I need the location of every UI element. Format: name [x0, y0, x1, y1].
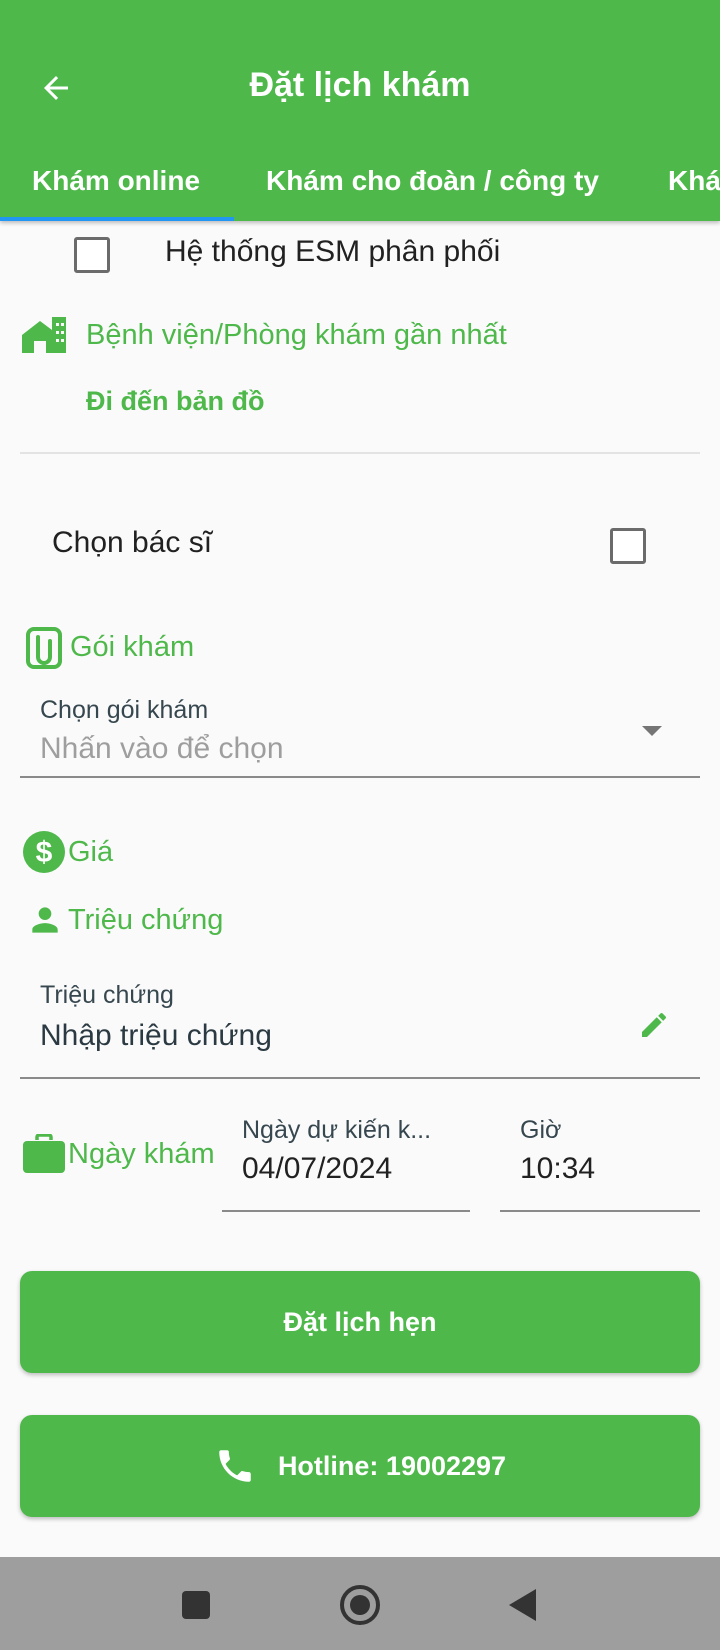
symptoms-value: Nhập triệu chứng — [40, 1019, 272, 1052]
choose-doctor-checkbox[interactable] — [610, 528, 646, 564]
person-icon — [32, 907, 58, 933]
hospital-building-icon — [22, 317, 66, 353]
hotline-button[interactable]: Hotline: 19002297 — [20, 1415, 700, 1517]
symptoms-field[interactable]: Triệu chứng Nhập triệu chứng — [20, 981, 700, 1079]
tab-indicator — [0, 217, 234, 221]
clipboard-icon — [26, 627, 62, 669]
tab-bar: Khám online Khám cho đoàn / công ty Khám — [0, 140, 720, 221]
app-bar: Đặt lịch khám Khám online Khám cho đoàn … — [0, 0, 720, 221]
page-title: Đặt lịch khám — [249, 66, 471, 104]
svg-text:$: $ — [36, 836, 53, 869]
package-section-heading: Gói khám — [24, 625, 194, 669]
symptoms-field-label: Triệu chứng — [40, 981, 174, 1009]
appointment-section-heading: Ngày khám — [22, 1134, 215, 1174]
package-field-label: Chọn gói khám — [40, 696, 209, 724]
esm-checkbox[interactable] — [74, 237, 110, 273]
tab-kham-online[interactable]: Khám online — [32, 140, 200, 221]
square-icon — [182, 1591, 210, 1619]
price-heading-text: Giá — [68, 835, 114, 868]
recent-apps-button[interactable] — [168, 1577, 224, 1633]
dollar-icon: $ — [23, 831, 65, 873]
briefcase-icon — [23, 1134, 65, 1173]
date-field-label: Ngày dự kiến k... — [242, 1116, 432, 1144]
time-field[interactable]: Giờ 10:34 — [500, 1116, 700, 1212]
tab-kham-more[interactable]: Khám — [668, 140, 720, 221]
date-field[interactable]: Ngày dự kiến k... 04/07/2024 — [222, 1116, 470, 1212]
system-nav-bar — [0, 1557, 720, 1650]
back-nav-button[interactable] — [494, 1577, 550, 1633]
book-button-label: Đặt lịch hẹn — [283, 1306, 437, 1337]
chevron-down-icon — [642, 726, 662, 736]
nearest-section-heading: Bệnh viện/Phòng khám gần nhất — [20, 315, 507, 355]
time-value: 10:34 — [520, 1152, 596, 1185]
symptoms-heading-text: Triệu chứng — [68, 903, 224, 936]
package-heading-text: Gói khám — [70, 630, 195, 663]
divider — [20, 452, 700, 454]
choose-doctor-label: Chọn bác sĩ — [52, 526, 213, 559]
symptoms-section-heading: Triệu chứng — [26, 901, 223, 939]
tab-kham-doan-cong-ty[interactable]: Khám cho đoàn / công ty — [266, 140, 599, 221]
time-field-label: Giờ — [520, 1116, 562, 1144]
home-circle-icon — [340, 1585, 380, 1625]
hotline-button-label: Hotline: 19002297 — [277, 1450, 507, 1481]
price-section-heading: $ Giá — [22, 830, 113, 874]
package-placeholder: Nhấn vào để chọn — [40, 732, 284, 765]
package-select[interactable]: Chọn gói khám Nhấn vào để chọn — [20, 696, 700, 778]
phone-icon — [219, 1450, 251, 1482]
nearest-heading-text: Bệnh viện/Phòng khám gần nhất — [86, 318, 507, 351]
appointment-heading-text: Ngày khám — [68, 1137, 215, 1170]
go-to-map-link[interactable]: Đi đến bản đồ — [86, 386, 265, 417]
esm-label: Hệ thống ESM phân phối — [165, 235, 501, 268]
booking-form: Hệ thống ESM phân phối Bệnh viện/Phòng k… — [0, 221, 720, 1557]
pencil-icon[interactable] — [638, 1009, 670, 1041]
book-appointment-button[interactable]: Đặt lịch hẹn — [20, 1271, 700, 1373]
date-value: 04/07/2024 — [242, 1152, 393, 1185]
triangle-back-icon — [509, 1589, 536, 1621]
home-button[interactable] — [332, 1577, 388, 1633]
